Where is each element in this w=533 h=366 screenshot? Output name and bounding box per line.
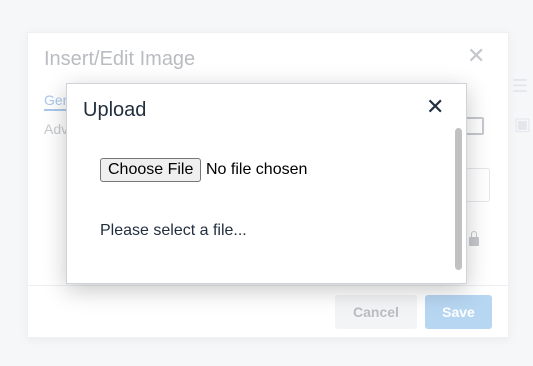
- choose-file-button[interactable]: Choose File: [100, 158, 202, 182]
- tab-advanced[interactable]: Adv: [44, 121, 68, 137]
- upload-message: Please select a file...: [100, 222, 247, 239]
- image-icon: ▣: [514, 114, 532, 135]
- upload-dialog: Upload ✕ Choose File No file chosen Plea…: [66, 83, 467, 284]
- close-icon[interactable]: ✕: [426, 97, 444, 119]
- upload-browse-icon[interactable]: [464, 117, 484, 135]
- lock-icon[interactable]: [469, 231, 479, 246]
- scrollbar-thumb[interactable]: [455, 128, 462, 270]
- save-button[interactable]: Save: [425, 295, 492, 329]
- upload-dialog-title: Upload: [83, 99, 147, 121]
- dialog-title: Insert/Edit Image: [44, 48, 196, 70]
- editor-stage: ☰ ▣ Insert/Edit Image ✕ Gen Adv Cancel S…: [0, 0, 533, 366]
- file-status-text: No file chosen: [206, 161, 308, 178]
- cancel-button[interactable]: Cancel: [335, 295, 417, 329]
- close-icon[interactable]: ✕: [467, 46, 485, 68]
- menu-lines-icon: ☰: [512, 76, 529, 97]
